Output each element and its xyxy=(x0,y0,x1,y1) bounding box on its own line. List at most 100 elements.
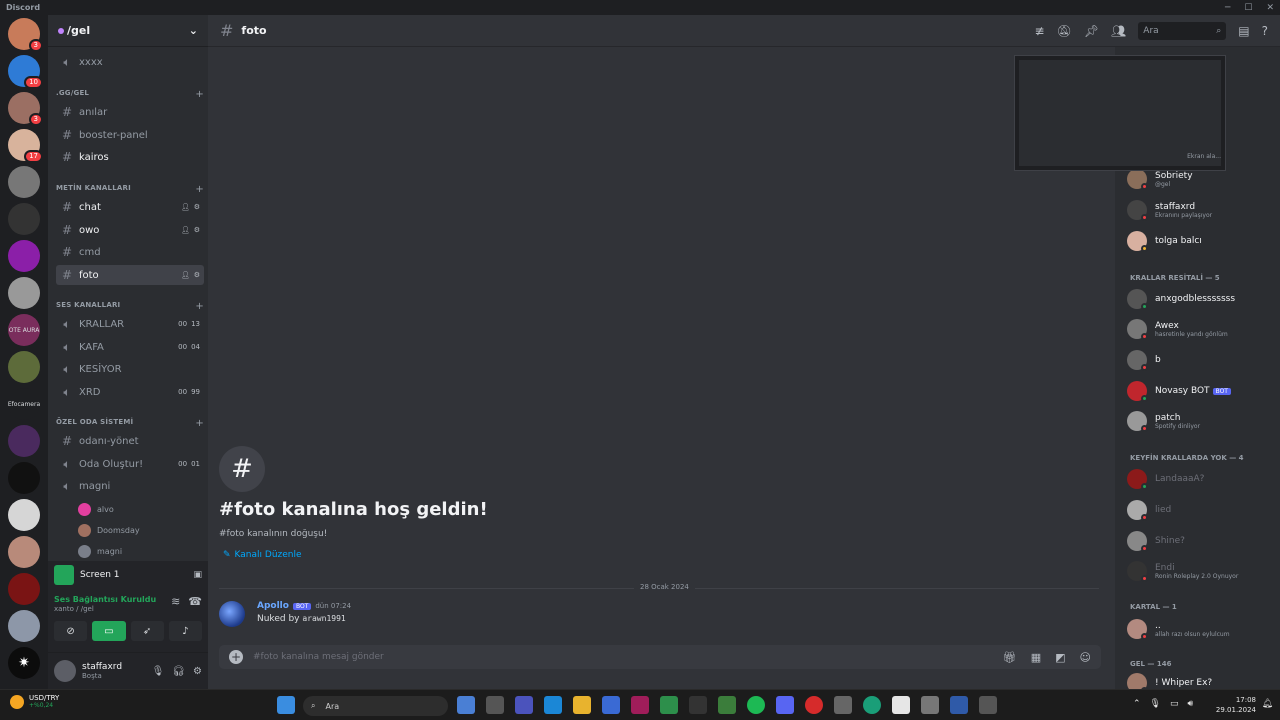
screen-share-preview[interactable]: Ekran ala... xyxy=(1014,55,1226,171)
members-icon[interactable]: 👥︎ xyxy=(1111,24,1126,38)
channel-anilar[interactable]: # anılar xyxy=(56,102,204,122)
member-item[interactable]: Sobriety @gel xyxy=(1127,169,1193,190)
voice-user[interactable]: Doomsday xyxy=(78,524,140,537)
server-icon[interactable] xyxy=(8,499,40,531)
gif-icon[interactable]: ▦ xyxy=(1031,651,1041,664)
message[interactable]: Apollo BOT dün 07:24 Nuked by arawn1991 xyxy=(219,601,351,627)
message-author[interactable]: Apollo xyxy=(257,601,289,611)
channel-kafa[interactable]: 🔈︎ KAFA 00 04 xyxy=(56,337,204,357)
member-item[interactable]: LandaaaA? xyxy=(1127,469,1204,490)
server-icon[interactable] xyxy=(8,240,40,272)
currency-widget[interactable]: USD/TRY +%0,24 xyxy=(10,694,59,709)
member-item[interactable]: tolga balcı xyxy=(1127,231,1202,252)
edit-channel-link[interactable]: ✎ Kanalı Düzenle xyxy=(223,550,302,560)
channel-kairos[interactable]: # kairos xyxy=(56,147,204,167)
voice-status[interactable]: Ses Bağlantısı Kuruldu xyxy=(54,595,156,604)
soundboard-button[interactable]: ♪ xyxy=(168,621,202,641)
channel-kesiyor[interactable]: 🔈︎ KESİYOR xyxy=(56,359,204,379)
message-composer[interactable]: + #foto kanalına mesaj gönder 🎁︎ ▦ ◩ ☺ xyxy=(219,645,1101,669)
inbox-icon[interactable]: ▤ xyxy=(1238,24,1249,38)
avatar[interactable] xyxy=(219,601,245,627)
server-icon[interactable] xyxy=(8,610,40,642)
close-icon[interactable]: ✕ xyxy=(1266,3,1274,13)
microphone-icon[interactable]: 🎙︎ xyxy=(152,666,165,677)
app-icon[interactable] xyxy=(921,696,939,714)
channel-xxxx[interactable]: 🔈︎ xxxx xyxy=(56,52,204,72)
voice-user[interactable]: alvo xyxy=(78,503,114,516)
member-item[interactable]: Awex hasretinle yandı gönlüm xyxy=(1127,319,1228,340)
edge-icon[interactable] xyxy=(544,696,562,714)
server-icon[interactable]: OTE AURA xyxy=(8,314,40,346)
screen-share-item[interactable]: Screen 1 ▣ xyxy=(48,561,208,589)
category-ozel-oda-sistemi[interactable]: ÖZEL ODA SİSTEMİ + xyxy=(56,418,204,429)
server-icon[interactable]: Efocamera xyxy=(8,388,40,420)
start-icon[interactable] xyxy=(277,696,295,714)
notification-bell-icon[interactable]: 🔕︎ xyxy=(1057,24,1072,38)
gift-icon[interactable]: 🎁︎ xyxy=(1003,651,1017,664)
channel-xrd[interactable]: 🔈︎ XRD 00 99 xyxy=(56,382,204,402)
channel-magni[interactable]: 🔈︎ magni xyxy=(56,476,204,496)
star-server-icon[interactable]: ✷ xyxy=(8,647,40,679)
member-item[interactable]: ! Whiper Ex? xyxy=(1127,673,1212,689)
server-icon[interactable] xyxy=(8,351,40,383)
gear-icon[interactable]: ⚙ xyxy=(194,271,200,279)
invite-icon[interactable]: 👤︎ xyxy=(181,226,190,234)
widgets-icon[interactable] xyxy=(457,696,475,714)
member-item[interactable]: .. allah razı olsun eylulcum xyxy=(1127,619,1230,640)
threads-icon[interactable]: ≢ xyxy=(1035,24,1045,38)
channel-oda-olustur[interactable]: 🔈︎ Oda Oluştur! 00 01 xyxy=(56,454,204,474)
app-icon[interactable] xyxy=(834,696,852,714)
app-icon[interactable] xyxy=(979,696,997,714)
sticker-icon[interactable]: ◩ xyxy=(1055,651,1065,664)
member-item[interactable]: Endi Ronin Roleplay 2.0 Oynuyor xyxy=(1127,561,1238,582)
opera-icon[interactable] xyxy=(805,696,823,714)
chevron-up-icon[interactable]: ⌃ xyxy=(1133,699,1141,709)
server-icon[interactable] xyxy=(8,425,40,457)
clock[interactable]: 17:08 29.01.2024 xyxy=(1216,695,1256,715)
member-item[interactable]: Shine? xyxy=(1127,531,1185,552)
screen-share-button[interactable]: ▭ xyxy=(92,621,126,641)
app-icon[interactable] xyxy=(631,696,649,714)
maximize-icon[interactable]: ☐ xyxy=(1244,3,1252,13)
spotify-icon[interactable] xyxy=(747,696,765,714)
category-gg-gel[interactable]: .GG/GEL + xyxy=(56,89,204,100)
noise-suppression-icon[interactable]: ≋ xyxy=(171,595,180,613)
server-icon[interactable]: 3 xyxy=(8,92,43,126)
voice-location[interactable]: xanto / /gel xyxy=(54,605,156,613)
category-ses-kanallari[interactable]: SES KANALLARI + xyxy=(56,301,204,312)
taskbar-search[interactable]: ⌕ Ara xyxy=(303,696,448,716)
add-channel-icon[interactable]: + xyxy=(195,184,204,195)
emoji-icon[interactable]: ☺ xyxy=(1080,651,1091,664)
camera-button[interactable]: ⊘ xyxy=(54,621,88,641)
category-metin-kanallari[interactable]: METİN KANALLARI + xyxy=(56,184,204,195)
member-item[interactable]: anxgodblesssssss xyxy=(1127,289,1235,310)
file-explorer-icon[interactable] xyxy=(573,696,591,714)
channel-odani-yonet[interactable]: # odanı-yönet xyxy=(56,431,204,451)
teams-icon[interactable] xyxy=(515,696,533,714)
add-channel-icon[interactable]: + xyxy=(195,89,204,100)
channel-krallar[interactable]: 🔈︎ KRALLAR 00 13 xyxy=(56,314,204,334)
discord-icon[interactable] xyxy=(776,696,794,714)
network-icon[interactable]: ▭ xyxy=(1170,699,1179,709)
task-view-icon[interactable] xyxy=(486,696,504,714)
voice-user[interactable]: magni xyxy=(78,545,122,558)
app-icon[interactable] xyxy=(689,696,707,714)
server-icon[interactable] xyxy=(8,166,40,198)
guild-header[interactable]: /gel ⌄ xyxy=(48,15,208,47)
server-icon[interactable]: 17 xyxy=(8,129,43,163)
server-icon[interactable] xyxy=(8,277,40,309)
add-channel-icon[interactable]: + xyxy=(195,301,204,312)
popout-icon[interactable]: ▣ xyxy=(193,570,202,580)
pin-icon[interactable]: 📌︎ xyxy=(1084,24,1099,38)
help-icon[interactable]: ? xyxy=(1262,24,1268,38)
channel-booster-panel[interactable]: # booster-panel xyxy=(56,125,204,145)
gear-icon[interactable]: ⚙ xyxy=(194,226,200,234)
app-icon[interactable] xyxy=(863,696,881,714)
store-icon[interactable] xyxy=(602,696,620,714)
gear-icon[interactable]: ⚙ xyxy=(193,666,202,677)
chevron-down-icon[interactable]: ⌄ xyxy=(189,24,198,37)
add-channel-icon[interactable]: + xyxy=(195,418,204,429)
channel-foto[interactable]: # foto 👤︎ ⚙ xyxy=(56,265,204,285)
disconnect-icon[interactable]: ☎ xyxy=(188,595,202,613)
app-icon[interactable] xyxy=(892,696,910,714)
